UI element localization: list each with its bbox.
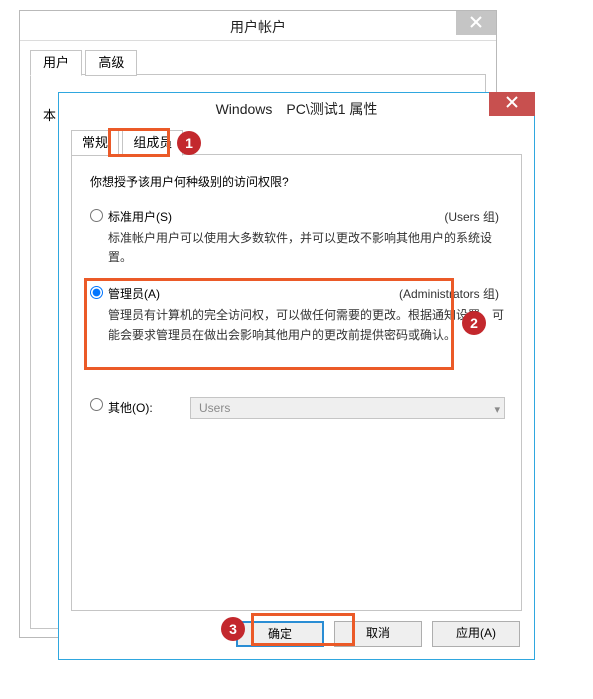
cancel-button-label: 取消 bbox=[366, 626, 390, 640]
option-standard-label: 标准用户(S) bbox=[108, 208, 172, 225]
tab-general[interactable]: 常规 bbox=[71, 130, 119, 156]
option-other: 其他(O): Users ▾ bbox=[90, 397, 505, 419]
spacer bbox=[90, 363, 505, 397]
option-admin-label: 管理员(A) bbox=[108, 285, 160, 302]
ok-button[interactable]: 确定 bbox=[236, 621, 324, 647]
group-combo[interactable]: Users ▾ bbox=[190, 397, 505, 419]
option-other-label: 其他(O): bbox=[108, 399, 168, 416]
dialog-button-row: 确定 取消 应用(A) bbox=[71, 611, 522, 647]
cancel-button[interactable]: 取消 bbox=[334, 621, 422, 647]
front-titlebar: Windows PC\测试1 属性 bbox=[59, 93, 534, 123]
front-tabstrip: 常规 组成员 bbox=[71, 129, 522, 155]
close-icon bbox=[506, 96, 518, 108]
back-close-button[interactable] bbox=[456, 11, 496, 35]
apply-button[interactable]: 应用(A) bbox=[432, 621, 520, 647]
radio-standard[interactable] bbox=[90, 209, 103, 222]
chevron-down-icon: ▾ bbox=[494, 400, 500, 420]
option-standard-desc: 标准帐户用户可以使用大多数软件，并可以更改不影响其他用户的系统设置。 bbox=[108, 229, 505, 267]
option-admin-head: 管理员(A) (Administrators 组) bbox=[108, 285, 505, 302]
radio-other[interactable] bbox=[90, 398, 103, 411]
back-titlebar: 用户帐户 bbox=[20, 11, 496, 41]
option-standard: 标准用户(S) (Users 组) 标准帐户用户可以使用大多数软件，并可以更改不… bbox=[90, 208, 505, 267]
tab-membership-label: 组成员 bbox=[133, 135, 172, 150]
option-admin: 管理员(A) (Administrators 组) 管理员有计算机的完全访问权，… bbox=[90, 285, 505, 344]
back-tabstrip: 用户 高级 bbox=[30, 49, 486, 75]
front-window-title: Windows PC\测试1 属性 bbox=[59, 99, 534, 119]
option-admin-hint: (Administrators 组) bbox=[399, 285, 499, 302]
properties-window: Windows PC\测试1 属性 常规 组成员 你想授予该用户何种级别的访问权… bbox=[58, 92, 535, 660]
front-panel: 你想授予该用户何种级别的访问权限? 标准用户(S) (Users 组) 标准帐户… bbox=[71, 155, 522, 611]
tab-users-label: 用户 bbox=[43, 55, 69, 70]
tab-advanced[interactable]: 高级 bbox=[85, 50, 137, 76]
back-window-title: 用户帐户 bbox=[20, 17, 496, 37]
front-body: 常规 组成员 你想授予该用户何种级别的访问权限? 标准用户(S) (Users … bbox=[59, 123, 534, 659]
option-standard-head: 标准用户(S) (Users 组) bbox=[108, 208, 505, 225]
tab-membership[interactable]: 组成员 bbox=[122, 130, 183, 156]
tab-users[interactable]: 用户 bbox=[30, 50, 82, 76]
close-icon bbox=[470, 16, 482, 28]
tab-advanced-label: 高级 bbox=[98, 55, 124, 70]
option-admin-desc: 管理员有计算机的完全访问权，可以做任何需要的更改。根据通知设置，可能会要求管理员… bbox=[108, 306, 505, 344]
tab-general-label: 常规 bbox=[82, 135, 108, 150]
group-combo-value: Users bbox=[199, 401, 230, 415]
front-close-button[interactable] bbox=[489, 92, 535, 116]
apply-button-label: 应用(A) bbox=[456, 626, 496, 640]
option-standard-hint: (Users 组) bbox=[444, 208, 499, 225]
radio-admin[interactable] bbox=[90, 286, 103, 299]
access-level-prompt: 你想授予该用户何种级别的访问权限? bbox=[90, 173, 505, 190]
ok-button-label: 确定 bbox=[268, 627, 292, 641]
back-panel-text: 本 bbox=[43, 108, 56, 123]
